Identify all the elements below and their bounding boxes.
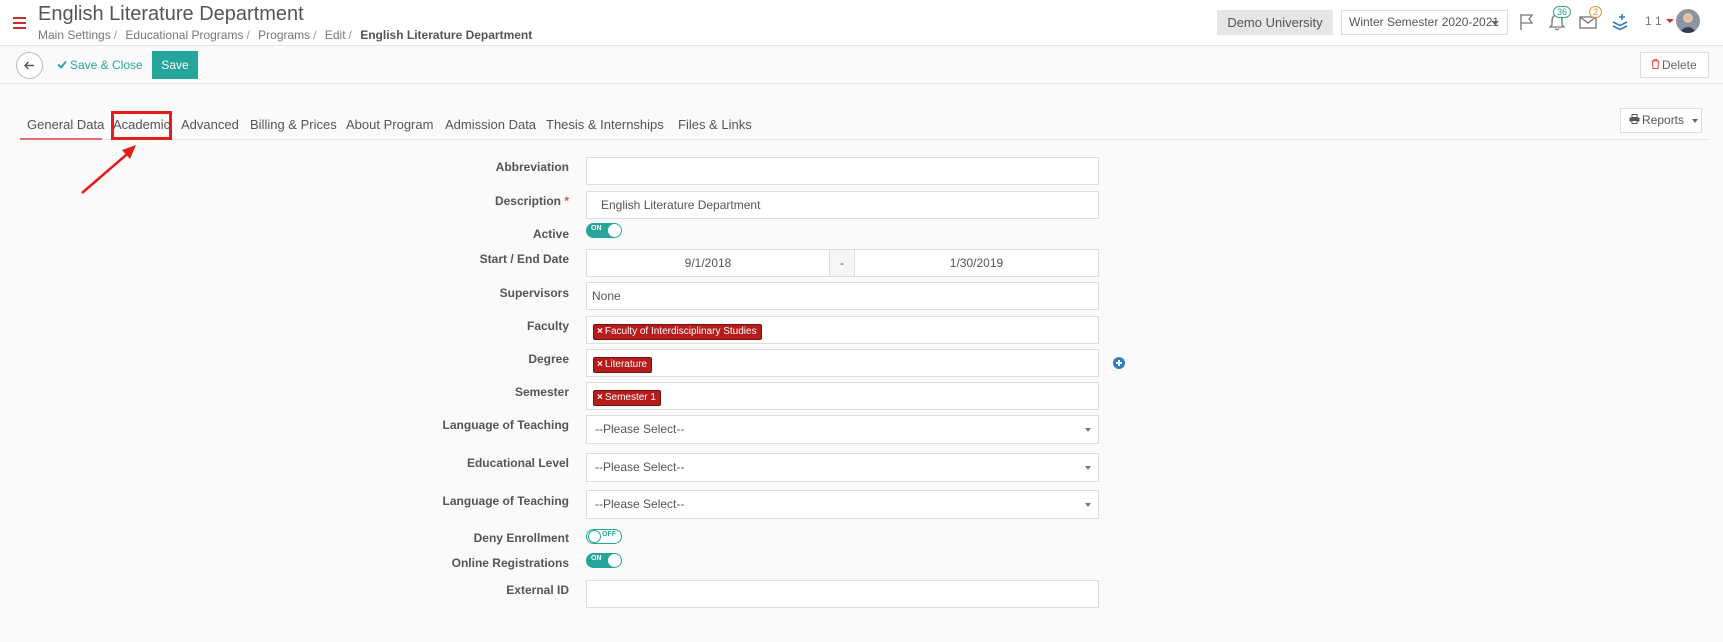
reports-button[interactable]: Reports [1620,108,1702,133]
active-label: Active [532,227,569,241]
delete-button[interactable]: Delete [1640,52,1709,78]
external-id-label: External ID [506,583,569,597]
semester-tag-label: Semester 1 [604,392,656,403]
tabs-divider [20,139,1710,140]
tab-about-program[interactable]: About Program [346,117,433,132]
date-separator: - [830,249,854,277]
language-of-teaching-select[interactable]: --Please Select-- [586,415,1099,444]
reports-label: Reports [1642,113,1685,127]
supervisors-input[interactable]: None [586,282,1099,310]
faculty-tag-label: Faculty of Interdisciplinary Studies [604,326,757,337]
required-mark: * [564,194,569,208]
tab-billing-prices[interactable]: Billing & Prices [250,117,337,132]
online-registrations-toggle[interactable]: ON [586,553,622,568]
online-registrations-label: Online Registrations [451,556,569,570]
flag-icon[interactable] [1517,12,1537,32]
semester-select[interactable]: Winter Semester 2020-2021 [1341,10,1508,35]
print-icon [1629,114,1640,124]
remove-tag-icon[interactable]: × [597,326,603,337]
degree-label: Degree [528,352,569,366]
semester-label: Semester [514,385,569,399]
chevron-down-icon [1085,466,1091,470]
arrow-left-icon [24,61,34,70]
start-date-input[interactable]: 9/1/2018 [586,249,830,277]
check-icon [57,60,67,69]
delete-label: Delete [1662,58,1697,72]
abbreviation-label: Abbreviation [495,160,569,174]
chevron-down-icon[interactable] [1666,19,1674,23]
tab-thesis-internships[interactable]: Thesis & Internships [546,117,664,132]
supervisors-label: Supervisors [499,286,569,300]
language-of-teaching-2-label: Language of Teaching [442,494,569,508]
action-toolbar: Save & Close Save Delete [0,46,1723,84]
end-date-input[interactable]: 1/30/2019 [854,249,1099,277]
language-of-teaching-label: Language of Teaching [442,418,569,432]
layers-add-icon[interactable] [1610,12,1630,32]
save-close-button[interactable]: Save & Close [57,58,143,72]
tab-general-data[interactable]: General Data [27,117,104,132]
breadcrumb-current: English Literature Department [360,28,533,42]
select-value: --Please Select-- [595,422,685,436]
abbreviation-input[interactable] [586,157,1099,185]
degree-tag-field[interactable]: × Literature [586,349,1099,377]
save-close-label: Save & Close [70,58,143,72]
semester-select-value: Winter Semester 2020-2021 [1349,15,1500,29]
select-value: --Please Select-- [595,460,685,474]
description-label: Description * [495,194,569,208]
avatar[interactable] [1676,9,1700,33]
breadcrumb-educational-programs[interactable]: Educational Programs [125,28,243,42]
chevron-down-icon [1085,428,1091,432]
toggle-state: OFF [602,531,616,538]
semester-tag-field[interactable]: × Semester 1 [586,382,1099,410]
toggle-state: ON [591,555,602,562]
description-label-text: Description [494,194,561,208]
menu-icon[interactable] [13,17,26,29]
degree-tag-label: Literature [604,359,648,370]
top-header: English Literature Department Main Setti… [0,0,1723,46]
language-of-teaching-2-select[interactable]: --Please Select-- [586,490,1099,519]
back-button[interactable] [16,52,43,79]
breadcrumb-main-settings[interactable]: Main Settings [38,28,111,42]
toggle-state: ON [591,225,602,232]
academic-tab-highlight [111,111,172,140]
start-end-date-label: Start / End Date [479,252,569,266]
trash-icon [1651,59,1660,70]
description-input[interactable]: English Literature Department [586,191,1099,219]
faculty-tag: × Faculty of Interdisciplinary Studies [593,324,762,340]
page-title: English Literature Department [38,3,304,25]
chevron-down-icon [1491,21,1499,25]
date-range: 9/1/2018 - 1/30/2019 [586,249,1099,277]
external-id-input[interactable] [586,580,1099,608]
annotation-arrow-icon [81,145,136,194]
chevron-down-icon [1085,503,1091,507]
save-button[interactable]: Save [152,51,198,79]
faculty-label: Faculty [526,319,569,333]
notifications-badge: 36 [1553,6,1572,18]
breadcrumb: Main Settings / Educational Programs / Pro… [38,28,533,42]
select-value: --Please Select-- [595,497,685,511]
university-button[interactable]: Demo University [1217,10,1333,35]
tab-admission-data[interactable]: Admission Data [445,117,536,132]
chevron-down-icon [1692,118,1699,123]
breadcrumb-edit[interactable]: Edit [325,28,346,42]
deny-enrollment-toggle[interactable]: OFF [586,529,622,544]
educational-level-label: Educational Level [466,456,569,470]
remove-tag-icon[interactable]: × [597,359,603,370]
faculty-tag-field[interactable]: × Faculty of Interdisciplinary Studies [586,316,1099,344]
active-toggle[interactable]: ON [586,223,622,238]
add-degree-icon[interactable] [1113,357,1125,369]
tab-advanced[interactable]: Advanced [181,117,239,132]
educational-level-select[interactable]: --Please Select-- [586,453,1099,482]
messages-badge: 2 [1589,6,1603,18]
deny-enrollment-label: Deny Enrollment [473,531,569,545]
breadcrumb-programs[interactable]: Programs [258,28,310,42]
degree-tag: × Literature [593,357,653,373]
remove-tag-icon[interactable]: × [597,392,603,403]
tab-files-links[interactable]: Files & Links [678,117,752,132]
user-number[interactable]: 1 1 [1645,14,1662,28]
semester-tag: × Semester 1 [593,390,661,406]
